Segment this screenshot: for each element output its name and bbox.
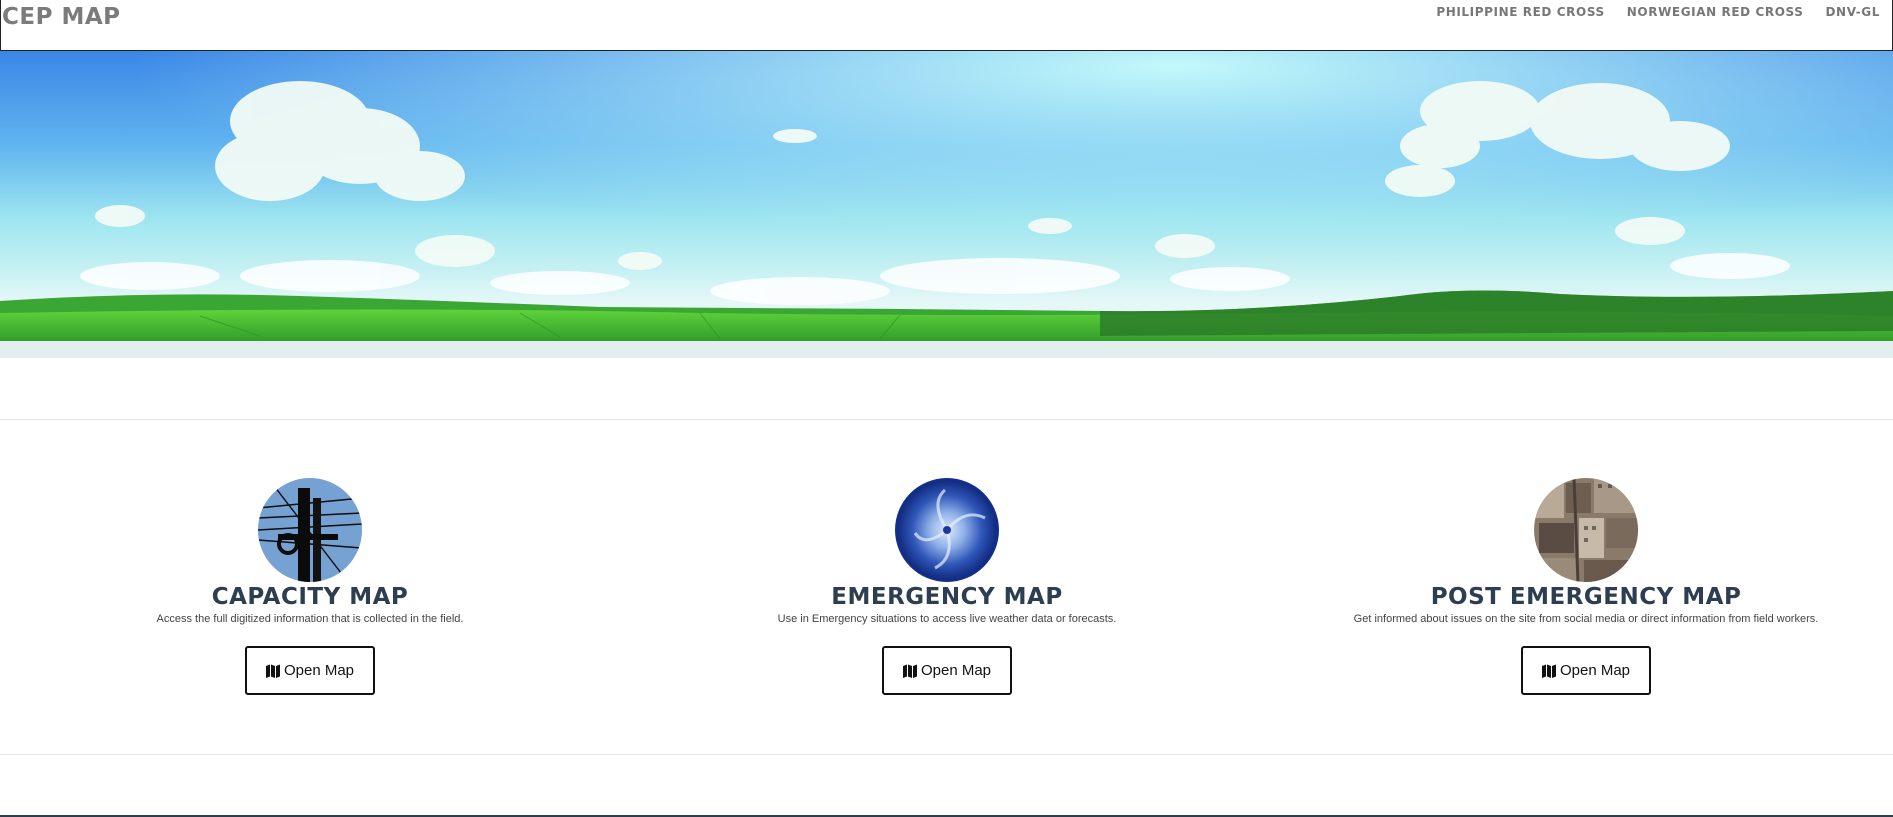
open-emergency-map-button[interactable]: Open Map [882,646,1012,695]
card-title: POST EMERGENCY MAP [1430,584,1742,610]
nav-link-philippine-red-cross[interactable]: PHILIPPINE RED CROSS [1436,5,1604,19]
typhoon-satellite-thumbnail [895,478,999,582]
open-post-emergency-map-button[interactable]: Open Map [1521,646,1651,695]
section-divider-bottom [0,754,1893,755]
landscape-sky-image [0,51,1893,358]
brand-logo[interactable]: CEP MAP [2,4,121,30]
section-divider-top [0,419,1893,420]
map-icon [1541,664,1556,678]
nav-links: PHILIPPINE RED CROSS NORWEGIAN RED CROSS… [1436,5,1880,19]
card-description: Access the full digitized information th… [156,613,464,625]
card-title: EMERGENCY MAP [831,584,1063,610]
emergency-map-card: EMERGENCY MAP Use in Emergency situation… [637,478,1257,695]
power-pole-thumbnail [258,478,362,582]
open-capacity-map-button[interactable]: Open Map [245,646,375,695]
navbar: CEP MAP PHILIPPINE RED CROSS NORWEGIAN R… [0,0,1893,51]
map-icon [902,664,917,678]
damaged-city-thumbnail [1534,478,1638,582]
button-label: Open Map [283,662,355,679]
nav-link-norwegian-red-cross[interactable]: NORWEGIAN RED CROSS [1627,5,1804,19]
post-emergency-map-card: POST EMERGENCY MAP Get informed about is… [1276,478,1893,695]
map-icon [265,664,280,678]
hero-banner [0,51,1893,358]
card-description: Get informed about issues on the site fr… [1353,613,1819,625]
nav-link-dnv-gl[interactable]: DNV-GL [1826,5,1881,19]
button-label: Open Map [1559,662,1631,679]
card-description: Use in Emergency situations to access li… [777,613,1117,625]
card-title: CAPACITY MAP [211,584,409,610]
capacity-map-card: CAPACITY MAP Access the full digitized i… [0,478,620,695]
button-label: Open Map [920,662,992,679]
